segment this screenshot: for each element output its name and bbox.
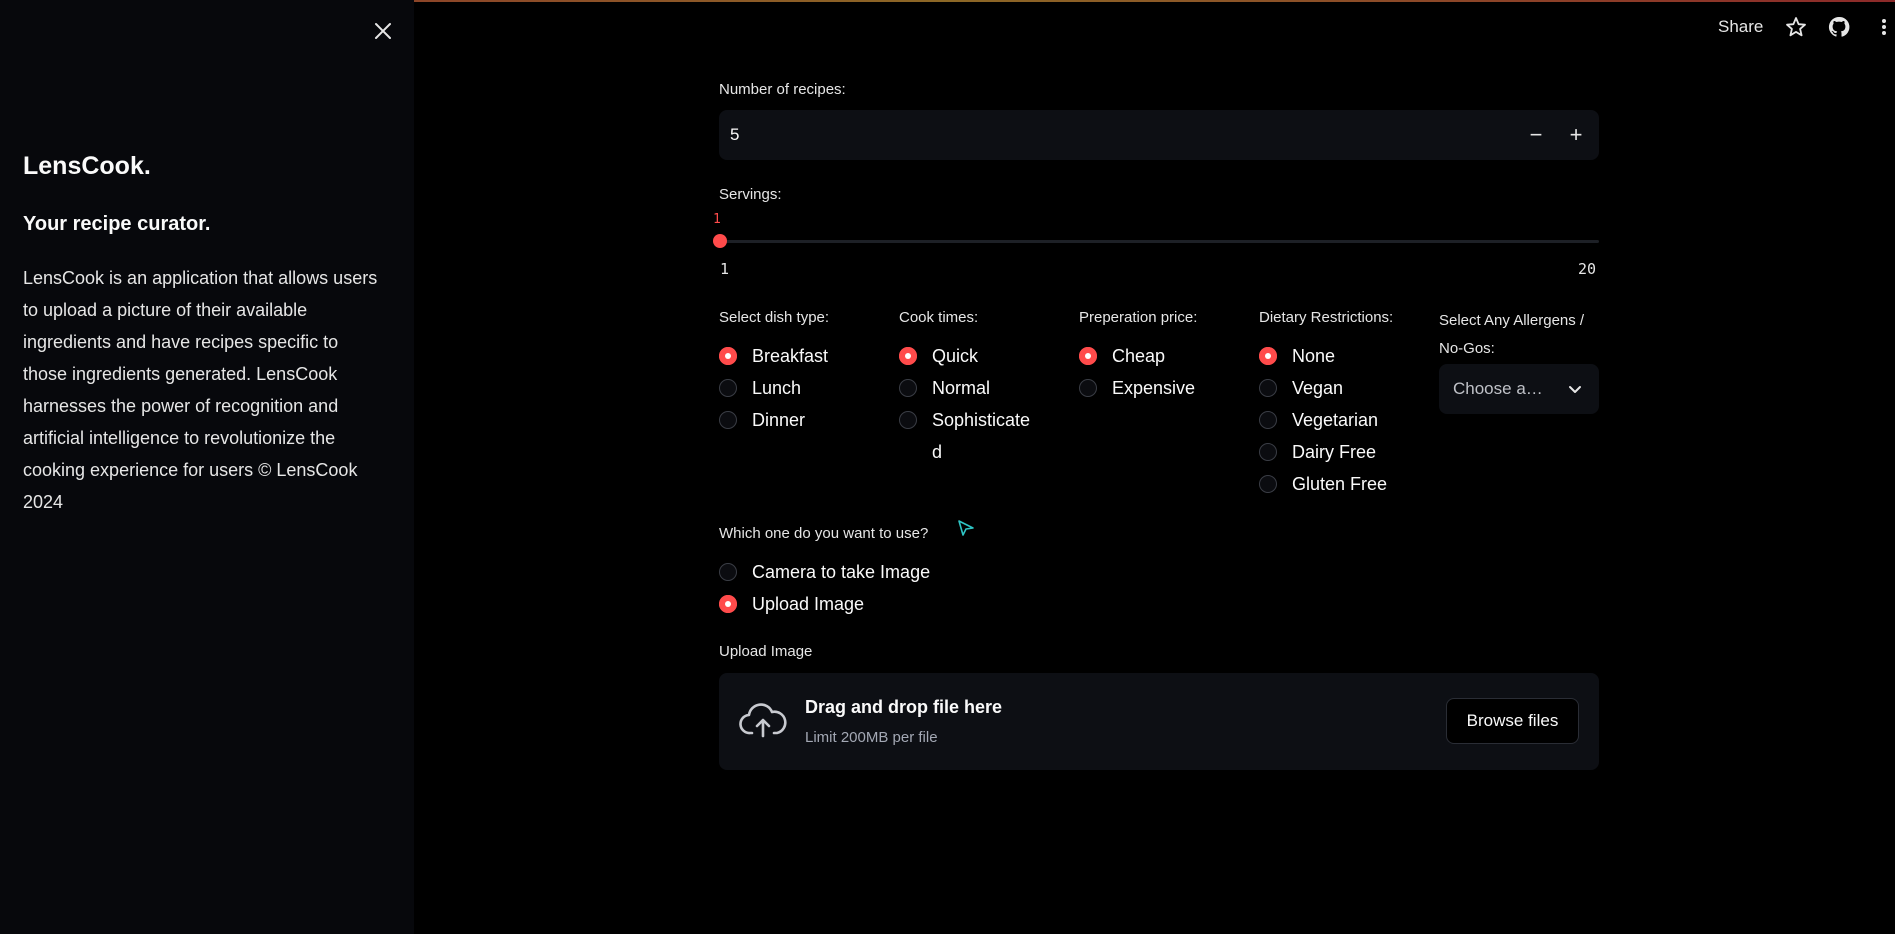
radio-dot[interactable] [719, 411, 737, 429]
radio-label: Vegan [1292, 378, 1344, 398]
radio-dot[interactable] [1259, 475, 1277, 493]
radio-vegan[interactable]: Vegan [1259, 377, 1429, 409]
recipes-number-input[interactable]: 5 − + [719, 110, 1599, 160]
allergens-select[interactable]: Choose a… [1439, 364, 1599, 414]
radio-label: Breakfast [752, 346, 829, 366]
radio-label: Dinner [752, 410, 806, 430]
dietary-group: Dietary Restrictions: None Vegan Vegetar… [1259, 309, 1429, 505]
radio-dot[interactable] [1259, 347, 1277, 365]
radio-label: Upload Image [752, 594, 865, 614]
radio-dot[interactable] [719, 595, 737, 613]
radio-label: Vegetarian [1292, 410, 1379, 430]
radio-none[interactable]: None [1259, 345, 1429, 377]
radio-dot[interactable] [1079, 379, 1097, 397]
radio-gluten-free[interactable]: Gluten Free [1259, 473, 1429, 505]
radio-label: Camera to take Image [752, 562, 931, 582]
radio-label: Quick [932, 346, 979, 366]
servings-slider-thumb[interactable] [713, 234, 727, 248]
source-group: Which one do you want to use? Camera to … [719, 525, 1119, 625]
servings-label: Servings: [719, 186, 782, 203]
radio-lunch[interactable]: Lunch [719, 377, 889, 409]
allergens-label: Select Any Allergens / No-Gos: [1439, 312, 1585, 357]
github-icon[interactable] [1827, 15, 1851, 39]
radio-dot[interactable] [719, 347, 737, 365]
recipes-value[interactable]: 5 [730, 125, 739, 145]
radio-expensive[interactable]: Expensive [1079, 377, 1249, 409]
dish-type-group: Select dish type: Breakfast Lunch Dinner [719, 309, 889, 441]
radio-label: Normal [932, 378, 991, 398]
cook-times-label: Cook times: [899, 309, 979, 326]
source-label: Which one do you want to use? [719, 525, 929, 542]
radio-label: Sophisticate d [932, 410, 1031, 462]
slider-max-label: 20 [1578, 260, 1597, 278]
radio-camera[interactable]: Camera to take Image [719, 561, 1119, 593]
servings-slider-track[interactable] [719, 240, 1599, 243]
radio-dot[interactable] [899, 411, 917, 429]
drop-limit: Limit 200MB per file [805, 729, 938, 746]
chevron-down-icon [1566, 381, 1584, 399]
dish-type-label: Select dish type: [719, 309, 830, 326]
close-icon[interactable] [370, 18, 396, 44]
radio-label: Dairy Free [1292, 442, 1377, 462]
app-title: LensCook. [23, 152, 151, 180]
radio-label: Lunch [752, 378, 802, 398]
radio-label: Gluten Free [1292, 474, 1388, 494]
kebab-menu-icon[interactable] [1878, 15, 1890, 39]
app-description: LensCook is an application that allows u… [23, 268, 378, 512]
mouse-cursor-icon [957, 519, 975, 537]
drop-title: Drag and drop file here [805, 697, 1003, 717]
radio-cheap[interactable]: Cheap [1079, 345, 1249, 377]
radio-dot[interactable] [1259, 411, 1277, 429]
radio-dairy-free[interactable]: Dairy Free [1259, 441, 1429, 473]
radio-dinner[interactable]: Dinner [719, 409, 889, 441]
radio-sophisticated[interactable]: Sophisticate d [899, 409, 1069, 473]
recipes-label: Number of recipes: [719, 81, 846, 98]
radio-breakfast[interactable]: Breakfast [719, 345, 889, 377]
star-icon[interactable] [1784, 15, 1808, 39]
radio-dot[interactable] [899, 379, 917, 397]
upload-label: Upload Image [719, 643, 813, 660]
radio-dot[interactable] [719, 563, 737, 581]
file-dropzone[interactable]: Drag and drop file here Limit 200MB per … [719, 673, 1599, 770]
radio-dot[interactable] [1079, 347, 1097, 365]
browse-files-button[interactable]: Browse files [1446, 698, 1579, 744]
price-group: Preperation price: Cheap Expensive [1079, 309, 1249, 409]
dietary-label: Dietary Restrictions: [1259, 309, 1394, 326]
radio-dot[interactable] [719, 379, 737, 397]
radio-dot[interactable] [1259, 443, 1277, 461]
app-subtitle: Your recipe curator. [23, 213, 211, 235]
price-label: Preperation price: [1079, 309, 1198, 326]
radio-vegetarian[interactable]: Vegetarian [1259, 409, 1429, 441]
slider-current-value: 1 [713, 212, 721, 227]
cloud-upload-icon [739, 703, 787, 739]
radio-label: None [1292, 346, 1336, 366]
radio-dot[interactable] [1259, 379, 1277, 397]
increment-button[interactable]: + [1560, 120, 1592, 150]
radio-quick[interactable]: Quick [899, 345, 1069, 377]
radio-dot[interactable] [899, 347, 917, 365]
radio-label: Cheap [1112, 346, 1166, 366]
cook-times-group: Cook times: Quick Normal Sophisticate d [899, 309, 1069, 473]
radio-label: Expensive [1112, 378, 1196, 398]
select-placeholder: Choose a… [1453, 379, 1543, 398]
share-button[interactable]: Share [1718, 17, 1763, 37]
decrement-button[interactable]: − [1520, 120, 1552, 150]
sidebar: LensCook. Your recipe curator. LensCook … [0, 0, 414, 934]
radio-upload[interactable]: Upload Image [719, 593, 1119, 625]
slider-min-label: 1 [720, 260, 730, 278]
